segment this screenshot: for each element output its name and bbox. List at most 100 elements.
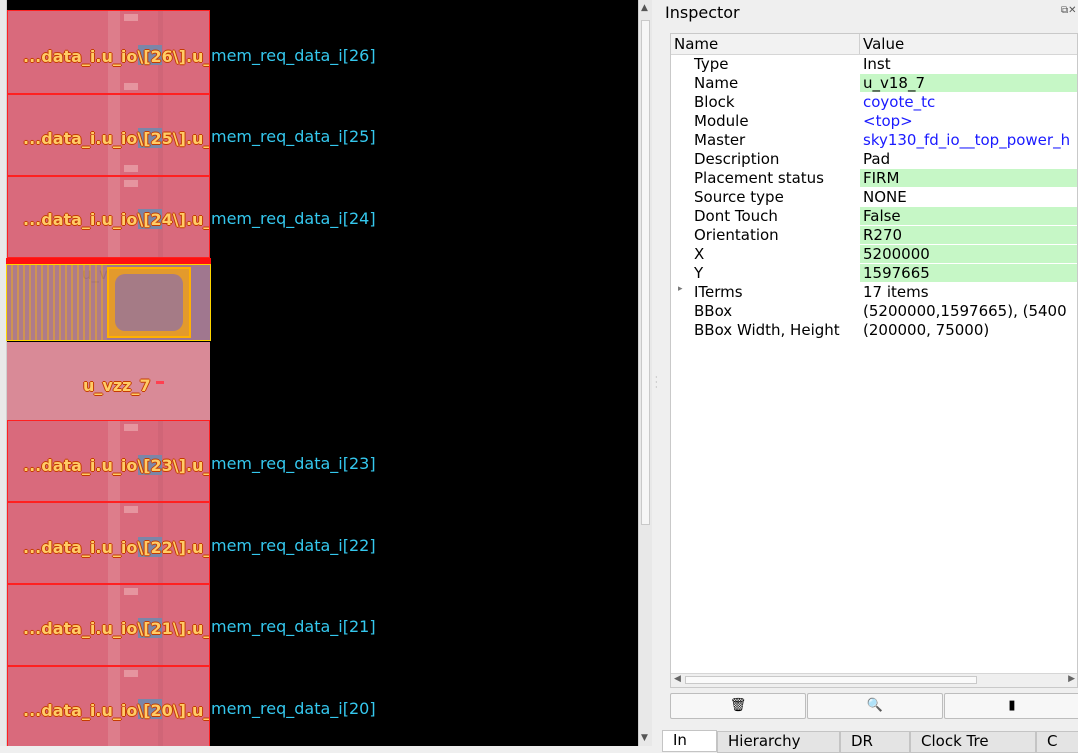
property-name: Block	[694, 93, 735, 111]
pad-stripes	[7, 265, 107, 340]
scroll-left-icon[interactable]: ◀	[674, 674, 681, 684]
layout-vertical-scrollbar[interactable]: ▲ ▼	[638, 0, 652, 746]
canvas-left-edge	[0, 0, 7, 746]
tab-more[interactable]: C	[1036, 731, 1078, 753]
io-pad-21[interactable]: ...data_i.u_io\[21\].u_in	[7, 584, 210, 666]
highlight-button[interactable]: ▮	[944, 693, 1078, 719]
property-row[interactable]: Orientation R270	[671, 226, 1077, 245]
scroll-down-icon[interactable]: ▼	[641, 733, 648, 743]
pad-label: ...data_i.u_io\[24\].u_in	[23, 210, 210, 229]
scrollbar-thumb[interactable]	[685, 676, 977, 684]
property-name: Orientation	[694, 226, 779, 244]
pad-label: ...data_i.u_io\[20\].u_in	[23, 701, 210, 720]
property-name: Type	[694, 55, 729, 73]
property-value: FIRM	[860, 169, 1077, 187]
property-name: Source type	[694, 188, 784, 206]
property-value: NONE	[863, 188, 907, 206]
inspector-panel: Inspector ⧉✕ Name Value Type Inst Name u_v1…	[660, 0, 1078, 753]
tab-clock-tree[interactable]: Clock Tre	[910, 731, 1036, 753]
pad-marker	[124, 83, 138, 90]
property-row[interactable]: Name u_v18_7	[671, 74, 1077, 93]
tree-horizontal-scrollbar[interactable]: ◀ ▶	[671, 673, 1077, 687]
property-value: R270	[860, 226, 1077, 244]
panel-splitter[interactable]: · · ·	[652, 0, 660, 746]
net-label: mem_req_data_i[26]	[211, 46, 376, 65]
tab-drc[interactable]: DR	[840, 731, 910, 753]
net-label: mem_req_data_i[22]	[211, 536, 376, 555]
property-name: Description	[694, 150, 780, 168]
property-value: 5200000	[860, 245, 1077, 263]
property-name: BBox	[694, 302, 733, 320]
pad-marker	[124, 14, 138, 21]
net-label: mem_req_data_i[21]	[211, 617, 376, 636]
property-tree[interactable]: Name Value Type Inst Name u_v18_7 Block coyot…	[670, 33, 1078, 688]
tree-header: Name Value	[671, 34, 1077, 55]
pad-label: ...data_i.u_io\[26\].u_in	[23, 47, 210, 66]
float-close-icons[interactable]: ⧉✕	[1061, 5, 1077, 16]
scroll-up-icon[interactable]: ▲	[641, 3, 648, 13]
property-row[interactable]: Placement status FIRM	[671, 169, 1077, 188]
scrollbar-thumb[interactable]	[641, 20, 650, 525]
property-row[interactable]: Description Pad	[671, 150, 1077, 169]
property-row[interactable]: Dont Touch False	[671, 207, 1077, 226]
property-name: X	[694, 245, 705, 263]
zoom-to-button[interactable]: 🔍	[807, 693, 943, 719]
pad-marker	[124, 670, 138, 677]
property-row[interactable]: Y 1597665	[671, 264, 1077, 283]
pad-label: ...data_i.u_io\[25\].u_in	[23, 129, 210, 148]
scroll-right-icon[interactable]: ▶	[1068, 674, 1075, 684]
property-row[interactable]: ▸ ITerms 17 items	[671, 283, 1077, 302]
property-row[interactable]: Source type NONE	[671, 188, 1077, 207]
highlight-icon: ▮	[1008, 698, 1016, 713]
pad-marker	[124, 165, 138, 172]
layout-canvas[interactable]: ...data_i.u_io\[26\].u_in mem_req_data_i…	[0, 0, 638, 746]
splitter-grip-icon: · · ·	[655, 373, 658, 392]
property-name: BBox Width, Height	[694, 321, 840, 339]
trash-icon: 🗑	[729, 698, 747, 713]
property-value: 1597665	[860, 264, 1077, 282]
pad-vzz[interactable]: u_vzz_7	[7, 342, 210, 420]
tab-hierarchy[interactable]: Hierarchy	[717, 731, 840, 753]
property-name: Name	[694, 74, 739, 92]
dock-tabs: In Hierarchy DR Clock Tre C	[662, 730, 1078, 753]
zoom-icon: 🔍	[866, 698, 884, 713]
property-row[interactable]: Block coyote_tc	[671, 93, 1077, 112]
selected-pad-v18[interactable]: u_v18_7	[6, 264, 211, 341]
property-name: Master	[694, 131, 746, 149]
property-value[interactable]: <top>	[860, 112, 1077, 130]
io-pad-22[interactable]: ...data_i.u_io\[22\].u_in	[7, 502, 210, 584]
net-label: mem_req_data_i[20]	[211, 699, 376, 718]
property-name: Y	[694, 264, 704, 282]
property-row[interactable]: Type Inst	[671, 55, 1077, 74]
io-pad-20[interactable]: ...data_i.u_io\[20\].u_in	[7, 666, 210, 746]
property-row[interactable]: X 5200000	[671, 245, 1077, 264]
io-pad-24[interactable]: ...data_i.u_io\[24\].u_in	[7, 176, 210, 258]
pad-marker	[124, 424, 138, 431]
expand-arrow-icon[interactable]: ▸	[678, 284, 683, 294]
property-value: u_v18_7	[860, 74, 1077, 92]
tab-inspector[interactable]: In	[662, 730, 717, 752]
pad-marker	[124, 180, 138, 187]
column-header-name[interactable]: Name	[674, 35, 718, 53]
column-header-value[interactable]: Value	[863, 35, 904, 53]
property-value: Inst	[863, 55, 891, 73]
vzz-pad-label: u_vzz_7	[83, 376, 151, 395]
io-pad-25[interactable]: ...data_i.u_io\[25\].u_in	[7, 94, 210, 176]
pad-core	[107, 267, 191, 338]
property-row[interactable]: BBox Width, Height (200000, 75000)	[671, 321, 1077, 340]
property-row[interactable]: Module <top>	[671, 112, 1077, 131]
delete-button[interactable]: 🗑	[670, 693, 806, 719]
net-label: mem_req_data_i[24]	[211, 209, 376, 228]
property-name: ITerms	[694, 283, 743, 301]
property-row[interactable]: BBox (5200000,1597665), (5400	[671, 302, 1077, 321]
io-pad-23[interactable]: ...data_i.u_io\[23\].u_in	[7, 420, 210, 502]
pad-marker	[124, 506, 138, 513]
net-label: mem_req_data_i[23]	[211, 454, 376, 473]
property-value[interactable]: coyote_tc	[860, 93, 1077, 111]
property-row[interactable]: Master sky130_fd_io__top_power_h	[671, 131, 1077, 150]
property-value[interactable]: sky130_fd_io__top_power_h	[860, 131, 1077, 149]
property-value: (5200000,1597665), (5400	[863, 302, 1067, 320]
io-pad-26[interactable]: ...data_i.u_io\[26\].u_in	[7, 10, 210, 94]
pad-label: ...data_i.u_io\[23\].u_in	[23, 456, 210, 475]
pad-label: ...data_i.u_io\[21\].u_in	[23, 619, 210, 638]
